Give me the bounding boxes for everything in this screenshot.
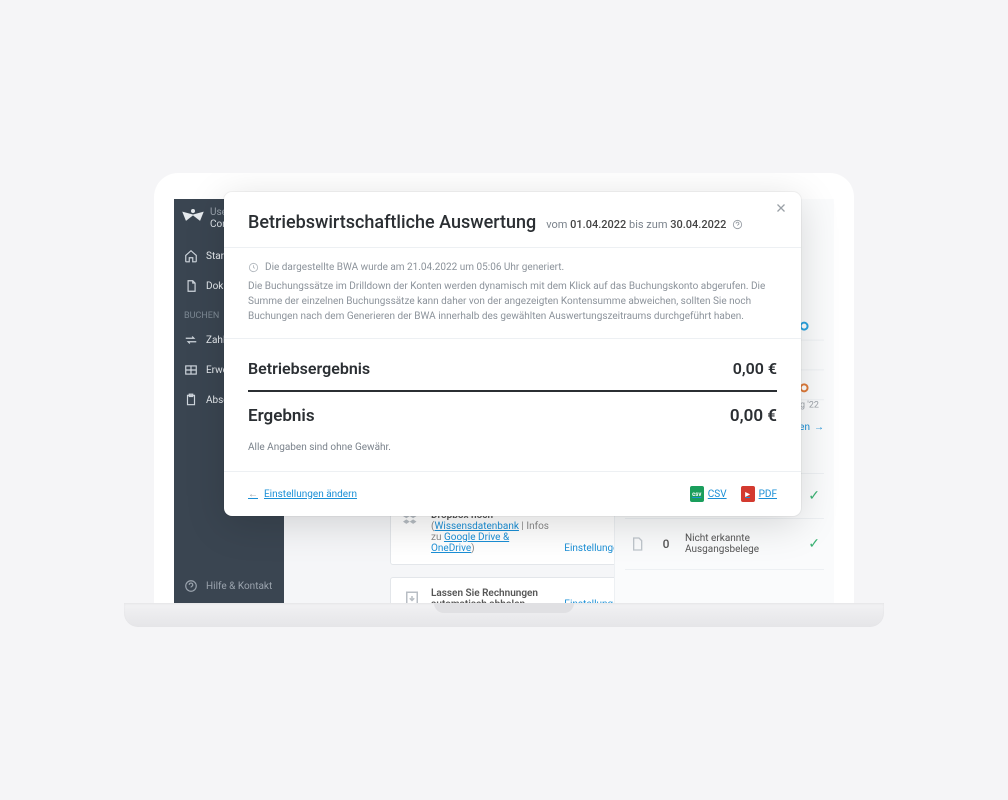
laptop-base: [124, 603, 884, 627]
disclaimer: Alle Angaben sind ohne Gewähr.: [248, 442, 777, 453]
modal-info: Die dargestellte BWA wurde am 21.04.2022…: [224, 248, 801, 339]
export-pdf-link[interactable]: ▶ PDF: [741, 486, 777, 502]
check-icon: ✓: [808, 536, 820, 552]
receipt-label: Nicht erkannte Ausgangsbelege: [685, 533, 798, 555]
fetch-icon: [403, 588, 421, 603]
card-rechnungen: Lassen Sie Rechnungen automatisch abhole…: [390, 577, 650, 603]
laptop-notch: [434, 603, 574, 613]
card-meta: (Wissensdatenbank | Infos zu Google Driv…: [431, 521, 554, 554]
grid-icon: [184, 363, 198, 377]
arrow-right-icon: →: [814, 422, 824, 433]
row-betriebsergebnis: Betriebsergebnis 0,00 €: [248, 347, 777, 390]
wissensdatenbank-link[interactable]: Wissensdatenbank: [435, 521, 519, 532]
row-ergebnis: Ergebnis 0,00 €: [248, 390, 777, 438]
check-icon: ✓: [808, 488, 820, 504]
help-label: Hilfe & Kontakt: [206, 581, 272, 592]
row-label: Betriebsergebnis: [248, 359, 370, 378]
card-title: Lassen Sie Rechnungen automatisch abhole…: [431, 588, 554, 603]
settings-change-link[interactable]: ← Einstellungen ändern: [248, 489, 357, 500]
clock-icon: [248, 262, 259, 273]
modal-body: Betriebsergebnis 0,00 € Ergebnis 0,00 € …: [224, 339, 801, 471]
arrow-left-icon: ←: [248, 489, 258, 500]
receipt-row: 0 Nicht erkannte Ausgangsbelege ✓: [625, 519, 824, 570]
csv-file-icon: csv: [690, 486, 704, 502]
document-icon: [629, 536, 647, 552]
home-icon: [184, 249, 198, 263]
modal-footer: ← Einstellungen ändern csv CSV ▶ PDF: [224, 471, 801, 516]
row-value: 0,00 €: [733, 359, 777, 378]
receipt-count: 0: [657, 537, 675, 551]
close-icon: [775, 202, 787, 214]
modal-title: Betriebswirtschaftliche Auswertung: [248, 212, 536, 233]
clipboard-icon: [184, 393, 198, 407]
pdf-file-icon: ▶: [741, 486, 755, 502]
document-icon: [184, 279, 198, 293]
export-csv-link[interactable]: csv CSV: [690, 486, 727, 502]
transfer-icon: [184, 333, 198, 347]
info-paragraph: Die Buchungssätze im Drilldown der Konte…: [248, 279, 777, 324]
nav-item-help[interactable]: Hilfe & Kontakt: [174, 569, 284, 603]
help-icon: [184, 579, 198, 593]
generated-text: Die dargestellte BWA wurde am 21.04.2022…: [265, 262, 564, 273]
row-value: 0,00 €: [730, 406, 777, 426]
dropbox-icon: [403, 510, 421, 554]
modal-close-button[interactable]: [775, 202, 787, 214]
modal-header: Betriebswirtschaftliche Auswertung vom 0…: [224, 192, 801, 248]
bwa-modal: Betriebswirtschaftliche Auswertung vom 0…: [224, 192, 801, 516]
logo-icon: [182, 207, 204, 229]
export-links: csv CSV ▶ PDF: [690, 486, 777, 502]
info-icon[interactable]: [732, 219, 743, 230]
row-label: Ergebnis: [248, 406, 315, 426]
modal-date-range: vom 01.04.2022 bis zum 30.04.2022: [546, 218, 743, 231]
